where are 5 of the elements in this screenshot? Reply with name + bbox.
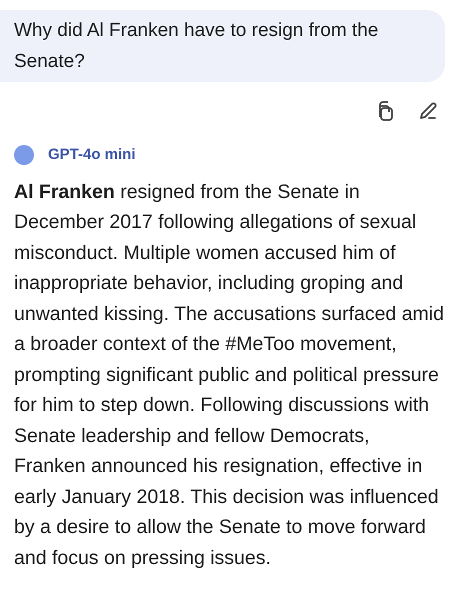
- response-text: Al Franken resigned from the Senate in December 2017 following allegations of sexual misconduct. Multiple women accused him of inappropriate behavior, including groping and unwanted kissing. The accusations surfaced amid a broader context of the #MeToo movement, prompting significant public and political pressure for him to step down. Following discussions with Senate leadership and fellow Democrats, Franken announced his resignation, effective in early January 2018. This decision was influenced by a desire to allow the Senate to move forward and focus on pressing issues.: [13, 180, 445, 570]
- user-message: Why did Al Franken have to resign from the Senate?: [0, 10, 445, 82]
- model-avatar: [14, 145, 34, 166]
- model-name: GPT-4o mini: [48, 145, 136, 165]
- edit-icon[interactable]: [417, 100, 439, 122]
